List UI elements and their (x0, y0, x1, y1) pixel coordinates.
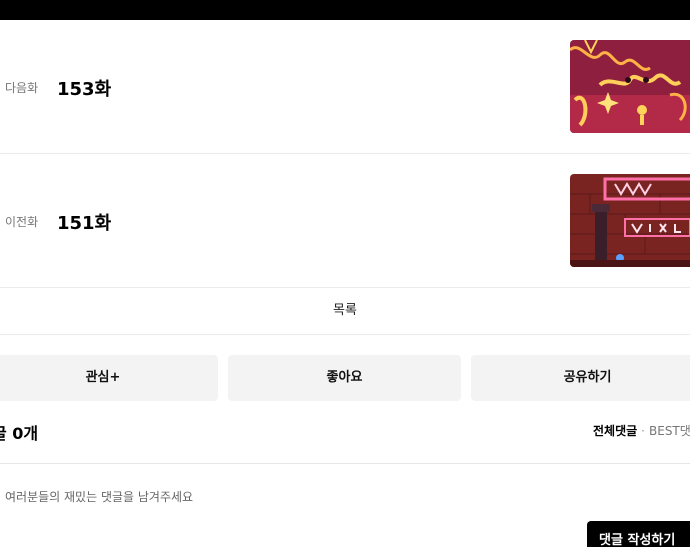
prev-episode-label: 이전화 (5, 215, 39, 229)
episode-list-row: 목록 (0, 288, 690, 335)
add-interest-button[interactable]: 관심+ (0, 355, 218, 401)
share-button[interactable]: 공유하기 (471, 355, 690, 401)
top-bar (0, 0, 690, 20)
episode-viewer-footer: 다음화 153화 이전화 151화 목록 관심+ 좋아요 공유하기 0개 전체댓… (0, 0, 690, 547)
next-episode-title: 153화 (57, 79, 112, 100)
write-comment-button[interactable]: 댓글 작성하기 (587, 521, 690, 547)
comment-input-prompt[interactable]: 여러분들의 재밌는 댓글을 남겨주세요 (5, 488, 193, 505)
next-episode-label: 다음화 (5, 81, 39, 95)
prev-episode-title: 151화 (57, 213, 112, 234)
next-episode-row[interactable]: 다음화 153화 (0, 20, 690, 154)
prev-episode-row[interactable]: 이전화 151화 (0, 154, 690, 288)
tab-all-comments[interactable]: 전체댓글 (593, 424, 637, 438)
next-episode-thumbnail[interactable] (570, 40, 690, 133)
comment-header: 글 0개 전체댓글 · BEST댓 (0, 410, 690, 450)
tab-separator: · (641, 424, 645, 438)
comment-count: 글 0개 (0, 424, 39, 443)
episode-list-link[interactable]: 목록 (333, 303, 357, 318)
like-button[interactable]: 좋아요 (228, 355, 461, 401)
prev-episode-thumbnail[interactable] (570, 174, 690, 267)
comment-sort-tabs: 전체댓글 · BEST댓 (593, 422, 690, 439)
tab-best-comments[interactable]: BEST댓 (649, 424, 690, 438)
comment-divider (0, 463, 690, 464)
